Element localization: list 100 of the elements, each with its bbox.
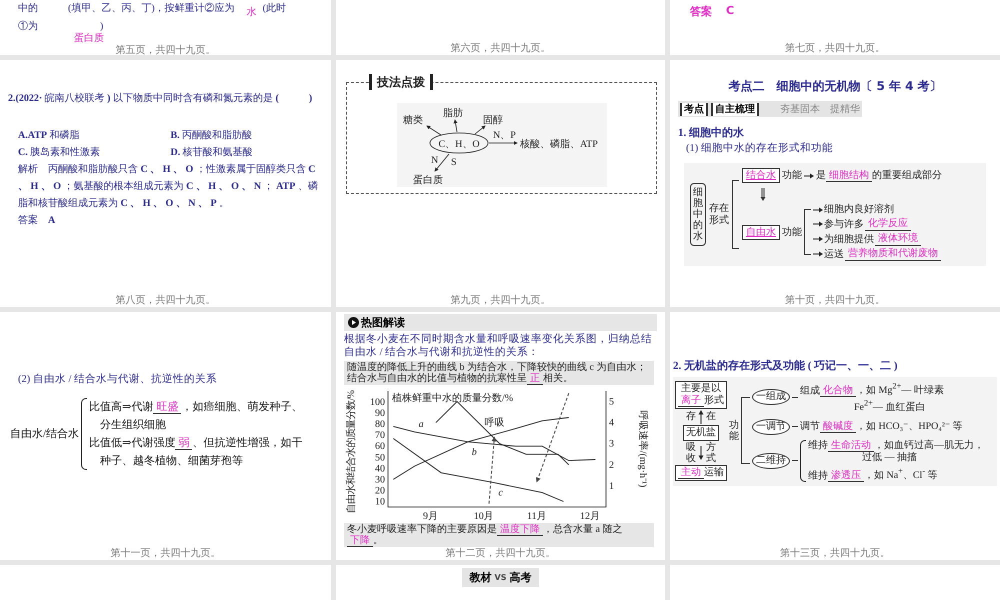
- diagram-label: 方式: [706, 442, 716, 464]
- text-run: ，如血钙过高—肌无力，: [874, 440, 984, 451]
- tick-label: 100: [370, 397, 385, 408]
- water-type-box: 自由水: [742, 224, 780, 240]
- double-arrow-icon: [760, 185, 766, 201]
- slide-thumbnail[interactable]: 教材 VS 高考: [336, 565, 665, 600]
- answer-blank: 液体环境: [875, 232, 921, 246]
- slide-thumbnail[interactable]: [670, 312, 1000, 560]
- text-run: 形式: [704, 395, 724, 406]
- text-run: 种子、越冬植物、细菌芽孢等: [100, 455, 244, 467]
- diagram-label: 固醇: [482, 115, 502, 126]
- slide-thumbnail[interactable]: [0, 60, 331, 307]
- diagram-label: 存: [686, 411, 696, 424]
- text-run: 维持: [808, 440, 828, 451]
- topic-ellipse: 二维持: [752, 452, 790, 469]
- answer-blank: 正: [527, 373, 543, 385]
- section-heading: (2) 自由水 / 结合水与代谢、抗逆性的关系: [17, 372, 218, 387]
- text-run: 为细胞提供: [824, 232, 874, 246]
- arrow: [474, 126, 486, 134]
- tick-label: 70: [375, 430, 385, 442]
- arrow-label: N: [430, 155, 438, 166]
- page-footer: 第十一页，共四十九页。: [110, 548, 220, 560]
- text-run: 组成: [800, 385, 820, 396]
- answer-blank: 渗透压: [828, 470, 864, 482]
- question-text: (填甲、乙、丙、丁)，按鲜重计②应为: [68, 3, 235, 15]
- answer-text: C: [726, 4, 734, 19]
- slide-thumbnail[interactable]: 技法点拨 糖类 脂肪 固醇 C、H、O N、P 核酸、磷脂、ATP N S 蛋白质 第九页，共四十九页。: [336, 60, 665, 307]
- question-text: ①为: [18, 21, 38, 33]
- answer-blank: 弱: [175, 437, 192, 450]
- arrow-icon: [698, 410, 704, 424]
- tick-label: 4: [609, 418, 614, 429]
- slide-thumbnail[interactable]: [670, 565, 1000, 600]
- page-footer: 第七页，共四十九页。: [785, 43, 885, 55]
- slide-thumbnail[interactable]: [336, 312, 665, 560]
- arrow: [453, 119, 457, 132]
- diagram-label: 核酸、磷脂、ATP: [520, 139, 598, 150]
- diagram-label: 功能: [782, 169, 802, 182]
- slide-thumbnail[interactable]: [0, 565, 331, 600]
- diagram-label: 存在形式: [709, 202, 729, 226]
- arrow: [488, 141, 518, 145]
- text-run: ，如 Na$^{+}$、Cl$^{-}$ 等: [864, 470, 938, 481]
- tick-label: 40: [375, 463, 385, 474]
- text-run: 参与许多: [824, 218, 864, 230]
- answer-text: 水: [246, 7, 257, 19]
- answer-label: 答案: [690, 4, 712, 19]
- text-run: 维持: [808, 470, 828, 481]
- relation-label: 自由水/结合水: [10, 427, 80, 442]
- text-run: 运送: [824, 248, 844, 260]
- slide-thumbnail[interactable]: 答案 C 第七页，共四十九页。: [670, 0, 1000, 55]
- explanation-text: 解析 丙酮酸和脂肪酸只含 C 、 H 、 O ；性激素属于固醇类只含 C 、 H 、 O ；氨基酸的根本组成元素为 C 、 H 、 O 、 N ； ATP 、磷脂和核苷酸组成元素为 C 、 H 、 O 、 N 、 P 。: [17, 162, 319, 211]
- brace-line: [81, 398, 88, 470]
- section-heading: 2. 无机盐的存在形式及功能 ( 巧记一、一、二 ): [673, 358, 899, 374]
- text-run: 分生组织细胞: [100, 419, 166, 431]
- text-run: 的重要组成部分: [872, 170, 942, 181]
- tick-label: 10月: [474, 511, 494, 522]
- question-text: 中的: [18, 3, 39, 15]
- answer-option: D. 核苷酸和氨基酸: [170, 144, 323, 161]
- text-run: ，如 HCO₃⁻、HPO₄²⁻ 等: [856, 420, 963, 432]
- banner-text: 高考: [509, 570, 532, 585]
- text-run: 是: [816, 170, 826, 181]
- arrow-icon: [804, 172, 814, 178]
- chart-title: 植株鲜重中水的质量分数/%: [392, 393, 514, 404]
- play-icon: [348, 317, 359, 328]
- tick-label: 12月: [580, 511, 600, 522]
- answer-blank: 酸碱度: [820, 420, 856, 433]
- answer-blank: 旺盛: [153, 401, 182, 414]
- curve-label: 呼吸: [484, 418, 504, 429]
- arrow-label: N、P: [492, 130, 516, 141]
- tick-label: 1: [609, 480, 614, 492]
- axis-label: 自由水和结合水的质量分数/%: [346, 390, 357, 514]
- section-motto: 夯基固本 提精华: [780, 102, 860, 116]
- page-footer: 第十页，共四十九页。: [785, 295, 885, 307]
- slide-thumbnail[interactable]: 中的 (填甲、乙、丙、丁)，按鲜重计②应为 水 (此时 ①为 ) 蛋白质 第五页，共四十九页。: [0, 0, 331, 55]
- diagram-label: 蛋白质: [412, 175, 442, 186]
- brace-line: [800, 440, 806, 482]
- answer-option: A.ATP 和磷脂: [18, 127, 170, 144]
- text-run: 比值低⇒代谢强度: [89, 437, 176, 449]
- question-text: ): [100, 21, 104, 32]
- page-footer: 第五页，共四十九页。: [116, 45, 216, 55]
- slide-thumbnail[interactable]: 第六页，共四十九页。: [336, 0, 665, 55]
- text-run: 运输: [704, 467, 724, 478]
- answer-text: 答案 A: [17, 214, 56, 228]
- tick-label: 5: [609, 396, 614, 408]
- text-run: 主要是以: [681, 383, 721, 394]
- question-text: 2.(2022· 皖南八校联考 ) 以下物质中同时含有磷和氮元素的是 ( ): [8, 92, 314, 106]
- diagram-label: 脂肪: [442, 108, 462, 119]
- page-footer: 第八页，共四十九页。: [116, 295, 216, 307]
- arrow-label: S: [450, 157, 456, 168]
- bracket-line: [732, 180, 739, 249]
- answer-text: 蛋白质: [74, 33, 104, 44]
- diagram-label: 吸收: [686, 442, 696, 464]
- subject-box: 细胞中的水: [690, 183, 706, 246]
- text-run: 细胞内良好溶剂: [824, 203, 894, 216]
- page-footer: 第十三页，共四十九页。: [780, 548, 890, 560]
- tick-label: 11月: [527, 511, 547, 522]
- tick-label: 3: [609, 438, 614, 450]
- arrow-icon: [698, 446, 704, 460]
- text-run: Fe$^{2+}$— 血红蛋白: [854, 402, 926, 413]
- text-run: 相关。: [543, 373, 573, 384]
- tick-label: 90: [375, 408, 385, 420]
